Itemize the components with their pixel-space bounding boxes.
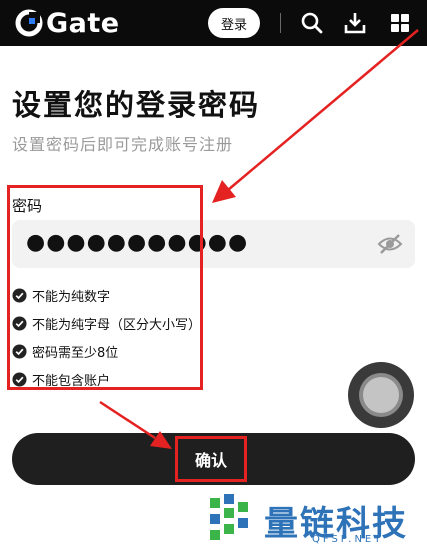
header-divider [280, 13, 281, 33]
watermark: 量链科技 QFSP.NET [206, 492, 426, 549]
floating-button-inner [363, 377, 399, 413]
page-title: 设置您的登录密码 [12, 88, 261, 122]
floating-assistive-button[interactable] [348, 362, 414, 428]
page-subtitle: 设置密码后即可完成账号注册 [12, 135, 234, 154]
watermark-logo-icon [210, 494, 248, 540]
annotation-arrowhead [212, 180, 236, 203]
brand-name: Gate [46, 7, 120, 39]
search-icon[interactable] [300, 11, 324, 35]
confirm-button-label[interactable]: 确认 [175, 436, 247, 482]
gate-logo[interactable]: Gate [14, 7, 120, 39]
annotation-highlight-box [7, 185, 203, 390]
login-button[interactable]: 登录 [208, 8, 260, 38]
grid-menu-icon[interactable] [388, 11, 412, 35]
download-icon[interactable] [343, 11, 367, 35]
eye-off-icon[interactable] [377, 232, 403, 256]
watermark-subtext: QFSP.NET [312, 534, 384, 545]
top-navigation-bar: Gate 登录 [0, 0, 427, 46]
gate-logo-icon [15, 9, 43, 37]
